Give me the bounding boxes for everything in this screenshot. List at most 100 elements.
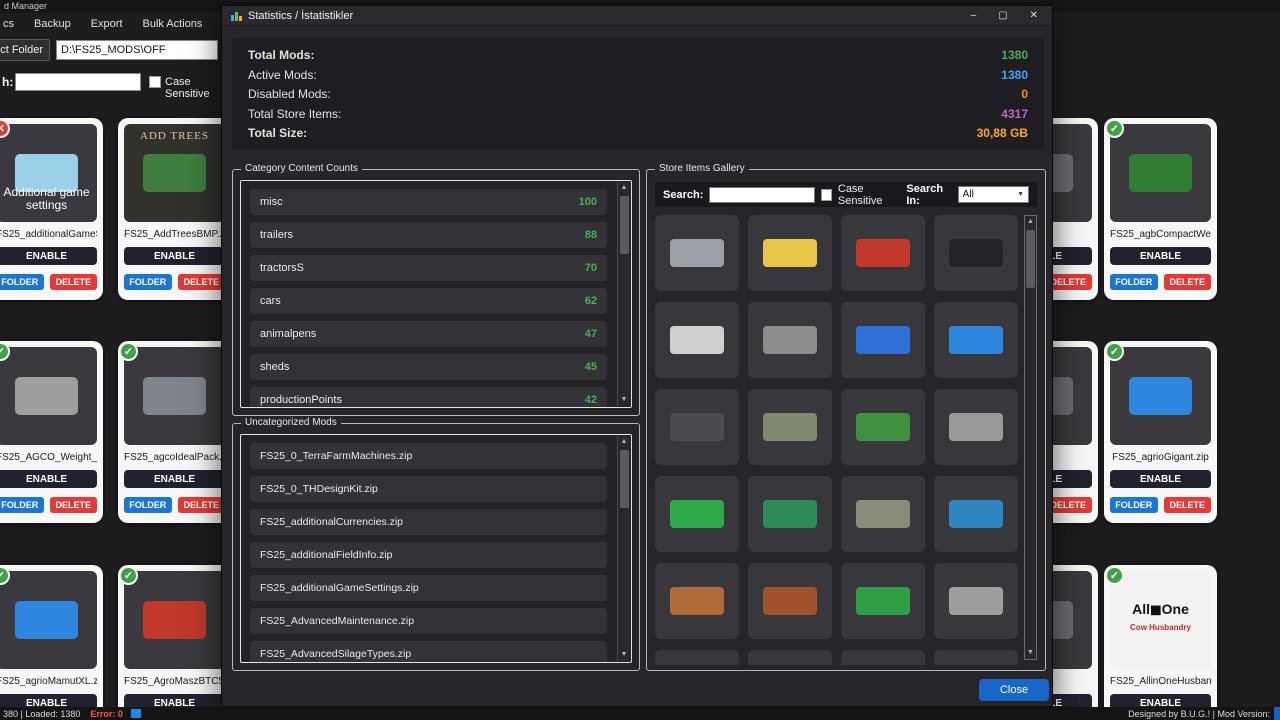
store-item-thumbnail[interactable] [748, 476, 832, 552]
gallery-search-input[interactable] [709, 187, 815, 203]
category-row[interactable]: cars 62 [250, 288, 607, 314]
category-row[interactable]: tractorsS 70 [250, 255, 607, 281]
folder-button[interactable]: FOLDER [124, 274, 172, 290]
scrollbar-thumb[interactable] [620, 450, 629, 508]
gallery-case-sensitive-checkbox[interactable] [821, 189, 832, 201]
menu-item-statistics[interactable]: cs [3, 18, 14, 30]
store-item-thumbnail[interactable] [934, 476, 1018, 552]
category-scrollbar[interactable]: ▲ ▼ [617, 182, 630, 406]
uncategorized-list: FS25_0_TerraFarmMachines.zip FS25_0_THDe… [240, 434, 632, 663]
store-item-thumbnail[interactable] [748, 563, 832, 639]
enable-button[interactable]: ENABLE [1110, 470, 1211, 488]
store-item-thumbnail[interactable] [655, 476, 739, 552]
uncategorized-row[interactable]: FS25_additionalCurrencies.zip [250, 509, 607, 535]
mod-thumbnail-caption: Additional game settings [0, 186, 97, 212]
store-item-thumbnail[interactable] [748, 650, 832, 665]
status-credits-text: Designed by B.U.G.! | Mod Version: [1128, 709, 1270, 719]
maximize-icon[interactable]: ▢ [998, 10, 1007, 21]
uncategorized-row[interactable]: FS25_AdvancedMaintenance.zip [250, 608, 607, 634]
enable-button[interactable]: ENABLE [124, 470, 225, 488]
stat-value: 0 [1021, 87, 1028, 101]
store-item-thumbnail[interactable] [841, 389, 925, 465]
category-row[interactable]: misc 100 [250, 189, 607, 215]
uncategorized-row[interactable]: FS25_additionalGameSettings.zip [250, 575, 607, 601]
uncategorized-scrollbar[interactable]: ▲ ▼ [617, 436, 630, 661]
enable-button[interactable]: ENABLE [0, 470, 97, 488]
store-item-thumbnail[interactable] [655, 215, 739, 291]
store-item-thumbnail[interactable] [934, 650, 1018, 665]
mod-card: ✓ All◼One Cow Husbandry FS25_AllinOneHus… [1104, 565, 1217, 720]
minimize-icon[interactable]: – [971, 10, 977, 21]
menu-item-bulk-actions[interactable]: Bulk Actions [143, 18, 203, 30]
scroll-up-icon[interactable]: ▲ [621, 182, 628, 194]
store-item-thumbnail[interactable] [655, 650, 739, 665]
delete-button[interactable]: DELETE [178, 497, 226, 513]
folder-button[interactable]: FOLDER [0, 274, 44, 290]
enable-button[interactable]: ENABLE [1110, 247, 1211, 265]
mod-card: ✓ FS25_AGCO_Weight_Push... ENABLE FOLDER… [0, 341, 103, 523]
delete-button[interactable]: DELETE [50, 497, 98, 513]
store-item-thumbnail[interactable] [841, 650, 925, 665]
select-folder-button[interactable]: lect Folder [0, 39, 50, 61]
store-item-thumbnail[interactable] [841, 302, 925, 378]
mods-path-input[interactable] [56, 40, 218, 60]
store-item-thumbnail[interactable] [934, 389, 1018, 465]
mod-thumbnail-caption: ADD TREES [124, 130, 225, 142]
scrollbar-thumb[interactable] [620, 196, 629, 254]
store-item-thumbnail[interactable] [748, 302, 832, 378]
groupbox-title: Uncategorized Mods [241, 417, 341, 428]
delete-button[interactable]: DELETE [1164, 274, 1212, 290]
store-item-thumbnail[interactable] [934, 302, 1018, 378]
mod-thumbnail [124, 347, 225, 445]
stat-label: Total Store Items: [248, 107, 341, 121]
status-loaded-text: 380 | Loaded: 1380 [3, 709, 80, 719]
store-item-thumbnail[interactable] [841, 476, 925, 552]
close-icon[interactable]: ✕ [1030, 10, 1038, 21]
category-count: 100 [579, 196, 597, 208]
status-progress-chip [131, 709, 141, 718]
uncategorized-row[interactable]: FS25_additionalFieldInfo.zip [250, 542, 607, 568]
scroll-down-icon[interactable]: ▼ [1027, 647, 1034, 659]
store-item-thumbnail[interactable] [655, 389, 739, 465]
folder-button[interactable]: FOLDER [1110, 274, 1158, 290]
folder-button[interactable]: FOLDER [1110, 497, 1158, 513]
dialog-titlebar[interactable]: Statistics / İstatistikler – ▢ ✕ [222, 6, 1052, 26]
gallery-search-in-dropdown[interactable]: All ▼ [958, 186, 1029, 203]
store-item-thumbnail[interactable] [655, 302, 739, 378]
enable-button[interactable]: ENABLE [124, 247, 225, 265]
store-item-thumbnail[interactable] [655, 563, 739, 639]
menu-item-export[interactable]: Export [91, 18, 123, 30]
store-item-thumbnail[interactable] [934, 563, 1018, 639]
gallery-scrollbar[interactable]: ▲ ▼ [1024, 215, 1037, 660]
delete-button[interactable]: DELETE [178, 274, 226, 290]
uncategorized-row[interactable]: FS25_0_TerraFarmMachines.zip [250, 443, 607, 469]
status-accent-chip [1274, 707, 1280, 720]
uncategorized-row[interactable]: FS25_0_THDesignKit.zip [250, 476, 607, 502]
uncategorized-row[interactable]: FS25_AdvancedSilageTypes.zip [250, 641, 607, 663]
scroll-up-icon[interactable]: ▲ [621, 436, 628, 448]
uncategorized-filename: FS25_AdvancedSilageTypes.zip [260, 648, 411, 660]
scrollbar-thumb[interactable] [1026, 230, 1035, 288]
case-sensitive-checkbox[interactable] [149, 76, 161, 88]
enable-button[interactable]: ENABLE [0, 247, 97, 265]
store-item-thumbnail[interactable] [748, 389, 832, 465]
close-button[interactable]: Close [979, 679, 1049, 701]
folder-button[interactable]: FOLDER [124, 497, 172, 513]
scroll-down-icon[interactable]: ▼ [621, 649, 628, 661]
scroll-up-icon[interactable]: ▲ [1027, 216, 1034, 228]
delete-button[interactable]: DELETE [50, 274, 98, 290]
scroll-down-icon[interactable]: ▼ [621, 394, 628, 406]
store-item-thumbnail[interactable] [934, 215, 1018, 291]
category-row[interactable]: productionPoints 42 [250, 387, 607, 408]
mod-thumbnail-art [1129, 377, 1192, 414]
store-item-thumbnail[interactable] [841, 215, 925, 291]
store-item-thumbnail[interactable] [748, 215, 832, 291]
category-row[interactable]: trailers 88 [250, 222, 607, 248]
store-item-thumbnail[interactable] [841, 563, 925, 639]
mod-search-input[interactable] [15, 73, 141, 91]
delete-button[interactable]: DELETE [1164, 497, 1212, 513]
menu-item-backup[interactable]: Backup [34, 18, 71, 30]
folder-button[interactable]: FOLDER [0, 497, 44, 513]
category-row[interactable]: sheds 45 [250, 354, 607, 380]
category-row[interactable]: animalpens 47 [250, 321, 607, 347]
